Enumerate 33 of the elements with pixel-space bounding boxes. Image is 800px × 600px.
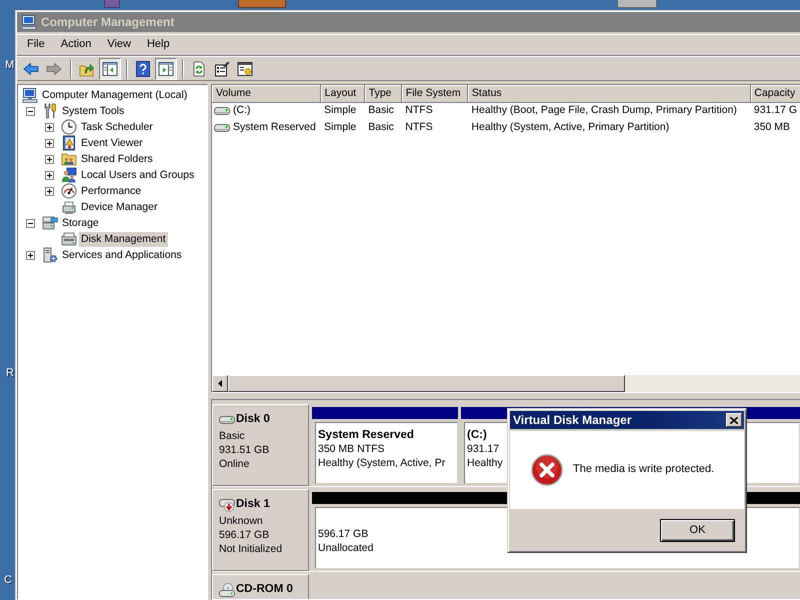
partition-text: 931.17 [467,442,500,456]
disk-name: Disk 1 [236,498,270,512]
dialog-message: The media is write protected. [573,463,714,477]
table-cell-text: Basic [367,120,395,135]
partition-name: System Reserved [318,428,414,442]
table-cell-text: Healthy (System, Active, Primary Partition) [470,120,670,135]
partition-name: (C:) [467,428,487,442]
table-cell: Basic [364,102,402,119]
desktop-icon-label: M [5,59,14,72]
table-cell-text: Simple [323,120,358,135]
desktop-icon-label: R [6,367,14,380]
dialog-title: Virtual Disk Manager [513,412,632,428]
partition-text: Healthy (System, Active, Pr [318,456,446,470]
partition-text: Healthy [467,456,503,470]
disk-info-text: Not Initialized [219,542,282,556]
disk-name: CD-ROM 0 [236,583,293,597]
table-cell-text: NTFS [404,120,434,135]
partition-text: Unallocated [318,541,374,555]
disk-info-text: Unknown [219,514,263,528]
table-cell: NTFS [401,102,468,119]
table-cell-text: 350 MB [752,120,792,135]
disk-info-text: Online [219,457,250,471]
disk-info-text: Basic [219,429,245,443]
disk-info-text: 596.17 GB [219,528,270,542]
disk-name: Disk 0 [236,413,270,427]
desktop-icon-label: C [4,574,12,587]
partition-text: 596.17 GB [318,527,368,541]
table-cell: Simple [320,102,364,119]
partition-text: 350 MB NTFS [318,442,385,456]
table-cell: 931.17 G [750,102,800,119]
window-title: Computer Management [41,14,174,30]
table-cell: Healthy (Boot, Page File, Crash Dump, Primary Partition) [467,102,751,119]
disk-info-text: 931.51 GB [219,443,270,457]
